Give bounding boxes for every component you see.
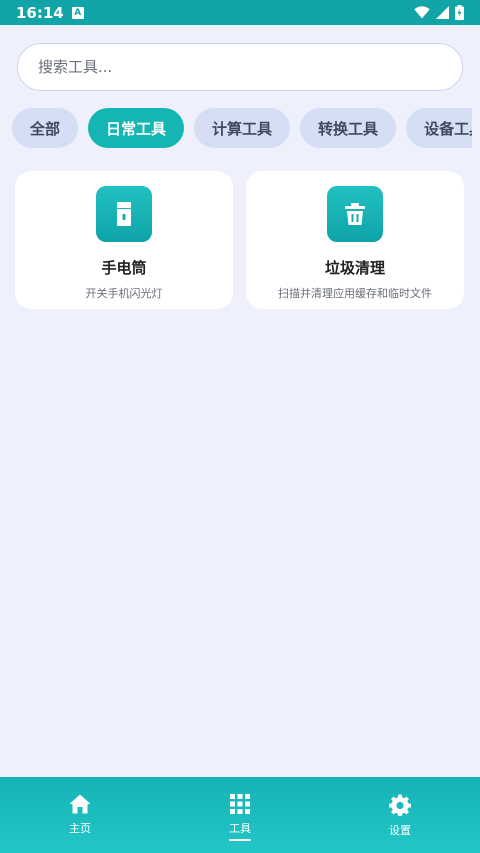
status-right [414,5,464,20]
status-left: 16:14 A [16,4,84,22]
nav-label: 主页 [69,822,91,835]
tab-daily-tools[interactable]: 日常工具 [88,108,185,148]
tool-card-title: 垃圾清理 [324,259,385,277]
wifi-icon [414,6,430,19]
tool-card-desc: 开关手机闪光灯 [85,287,163,300]
tab-calc-tools[interactable]: 计算工具 [194,108,291,148]
search-input[interactable] [17,43,463,91]
tab-convert-tools[interactable]: 转换工具 [300,108,397,148]
flashlight-icon [96,186,152,242]
nav-item-tools[interactable]: 工具 [180,777,300,841]
tool-card-desc: 扫描并清理应用缓存和临时文件 [278,287,432,300]
nav-label: 工具 [229,822,251,835]
a-icon: A [71,6,84,19]
tab-device-tools[interactable]: 设备工具 [406,108,472,148]
status-time: 16:14 [16,3,64,22]
signal-icon [436,6,449,19]
nav-item-settings[interactable]: 设置 [340,777,460,838]
tool-card-junk-clean[interactable]: 垃圾清理 扫描并清理应用缓存和临时文件 [246,171,464,309]
gear-icon [389,794,411,816]
battery-charging-icon [455,5,464,20]
home-icon [69,794,91,814]
active-indicator [229,839,251,841]
status-bar: 16:14 A [0,0,480,25]
nav-label: 设置 [389,824,411,837]
search-bar [17,43,463,91]
tab-all[interactable]: 全部 [12,108,79,148]
tool-card-title: 手电筒 [101,259,147,277]
nav-item-home[interactable]: 主页 [20,777,140,836]
bottom-nav: 主页 工具 设置 [0,777,480,853]
tool-grid: 手电筒 开关手机闪光灯 垃圾清理 扫描并清理应用缓存和临时文件 [15,171,465,309]
trash-icon [327,186,383,242]
category-tabs: 全部 日常工具 计算工具 转换工具 设备工具 [12,108,472,148]
grid-icon [230,794,250,814]
tool-card-flashlight[interactable]: 手电筒 开关手机闪光灯 [15,171,233,309]
category-tabs-scroll[interactable]: 全部 日常工具 计算工具 转换工具 设备工具 [12,108,472,148]
